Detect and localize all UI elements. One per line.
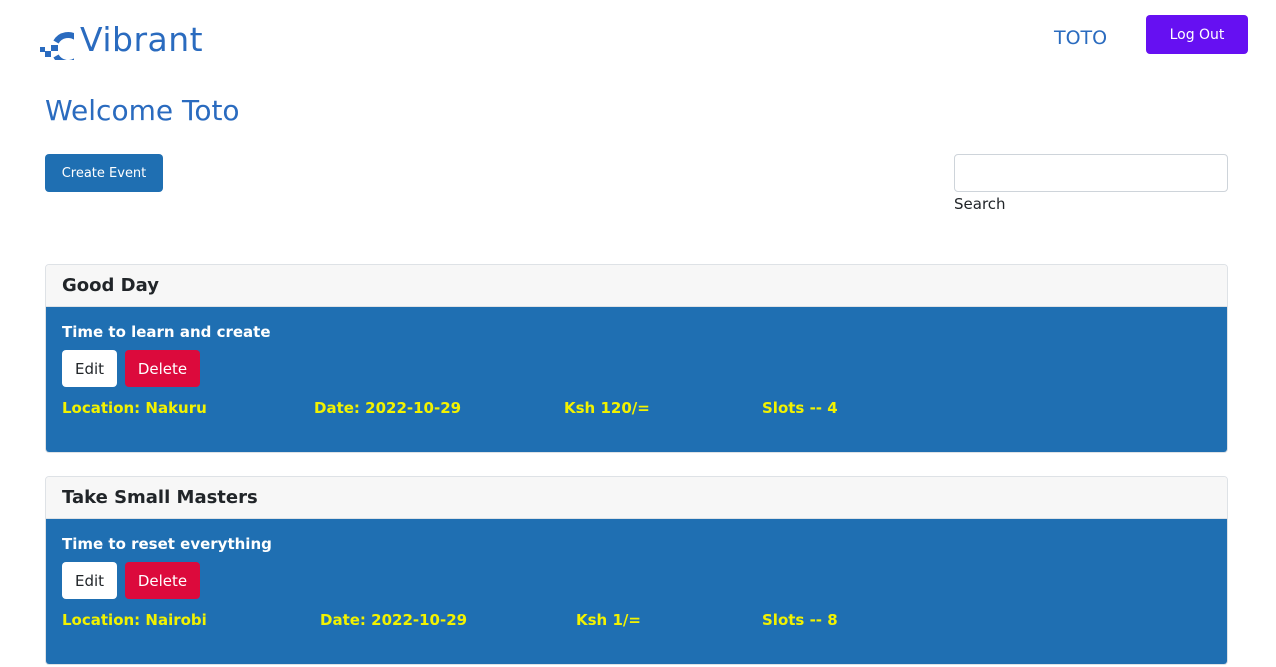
event-location: Location: Nairobi — [62, 611, 207, 629]
event-card: Good Day Time to learn and create Edit D… — [45, 264, 1228, 453]
event-date: Date: 2022-10-29 — [320, 611, 468, 629]
event-title: Take Small Masters — [46, 477, 1227, 519]
brand-logo-icon — [38, 20, 86, 66]
event-date: Date: 2022-10-29 — [314, 399, 462, 417]
navbar: Vibrant TOTO Log Out — [0, 0, 1276, 80]
page-title: Welcome Toto — [45, 94, 240, 127]
event-body: Time to learn and create Edit Delete Loc… — [46, 307, 1227, 452]
logout-button[interactable]: Log Out — [1146, 15, 1248, 54]
brand-name: Vibrant — [80, 20, 204, 59]
event-body: Time to reset everything Edit Delete Loc… — [46, 519, 1227, 664]
event-card: Take Small Masters Time to reset everyth… — [45, 476, 1228, 665]
edit-event-button[interactable]: Edit — [62, 350, 117, 387]
edit-event-button[interactable]: Edit — [62, 562, 117, 599]
nav-user-link[interactable]: TOTO — [1054, 27, 1107, 49]
brand[interactable]: Vibrant — [38, 20, 204, 66]
delete-event-button[interactable]: Delete — [125, 350, 200, 387]
event-title: Good Day — [46, 265, 1227, 307]
create-event-button[interactable]: Create Event — [45, 154, 163, 192]
event-price: Ksh 120/= — [564, 399, 650, 417]
event-slots: Slots -- 4 — [762, 399, 838, 417]
search-label: Search — [954, 195, 1006, 213]
delete-event-button[interactable]: Delete — [125, 562, 200, 599]
event-slots: Slots -- 8 — [762, 611, 838, 629]
event-price: Ksh 1/= — [576, 611, 641, 629]
event-description: Time to learn and create — [62, 323, 271, 341]
event-location: Location: Nakuru — [62, 399, 207, 417]
event-description: Time to reset everything — [62, 535, 272, 553]
search-input[interactable] — [954, 154, 1228, 192]
